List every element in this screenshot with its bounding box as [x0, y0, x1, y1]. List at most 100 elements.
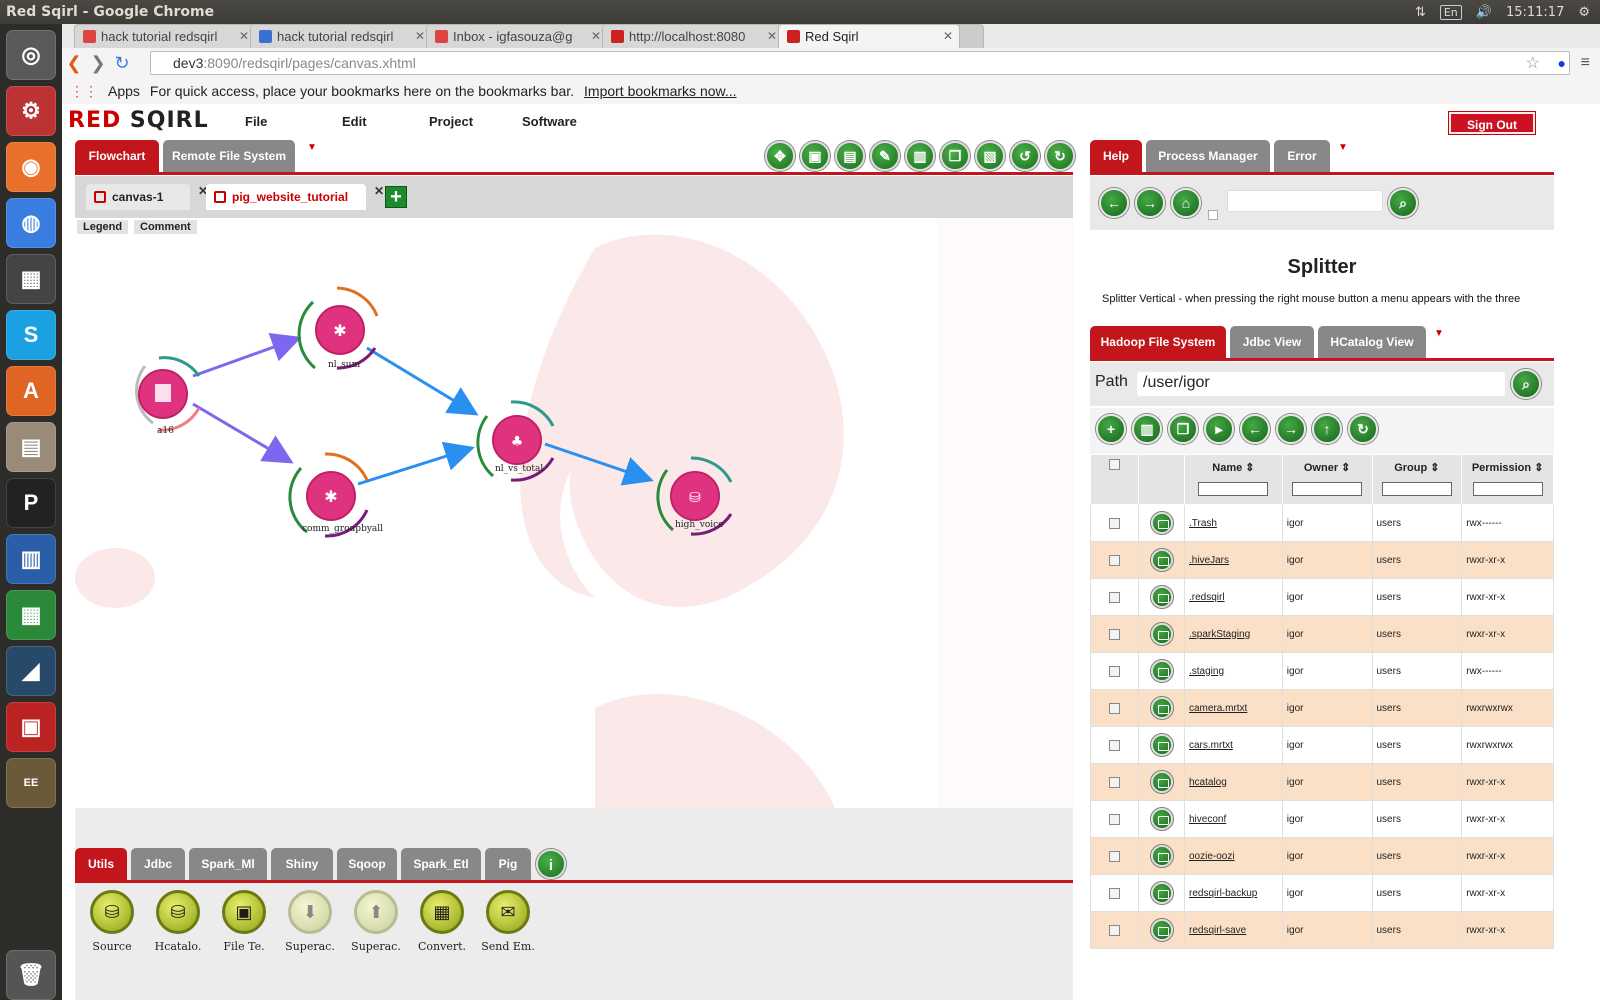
menu-software[interactable]: Software — [522, 114, 577, 129]
palette-item-source[interactable]: ⛁ Source — [82, 890, 142, 953]
undo-icon[interactable]: ↺ — [1010, 141, 1040, 171]
palette-tab-shiny[interactable]: Shiny — [271, 848, 333, 880]
copy-icon[interactable]: ❐ — [940, 141, 970, 171]
settings-gear-icon[interactable]: ⚙ — [1578, 5, 1590, 20]
back-icon[interactable]: ← — [1099, 188, 1129, 218]
chrome-icon[interactable]: ◍ — [6, 198, 56, 248]
refresh-icon[interactable]: ↻ — [1348, 414, 1378, 444]
table-row[interactable]: camera.mrtxt igor users rwxrwxrwx — [1090, 689, 1554, 727]
apps-link[interactable]: Apps — [108, 83, 140, 99]
files-icon[interactable]: ▤ — [6, 422, 56, 472]
import-bookmarks-link[interactable]: Import bookmarks now... — [584, 83, 737, 99]
tab-hcatalog-view[interactable]: HCatalog View — [1318, 326, 1426, 358]
file-name[interactable]: redsqirl-backup — [1184, 874, 1283, 912]
move-icon[interactable]: ▸ — [1204, 414, 1234, 444]
system-settings-icon[interactable]: ⚙ — [6, 86, 56, 136]
folder-icon[interactable] — [1150, 623, 1173, 645]
file-name[interactable]: .staging — [1184, 652, 1283, 690]
table-row[interactable]: hiveconf igor users rwxr-xr-x — [1090, 800, 1554, 838]
trash-icon[interactable]: 🗑 — [6, 950, 56, 1000]
pentaho-icon[interactable]: P — [6, 478, 56, 528]
file-name[interactable]: camera.mrtxt — [1184, 689, 1283, 727]
table-row[interactable]: redsqirl-save igor users rwxr-xr-x — [1090, 911, 1554, 949]
file-name[interactable]: .sparkStaging — [1184, 615, 1283, 653]
sort-icon[interactable]: ⇕ — [1534, 462, 1543, 474]
name-filter-input[interactable] — [1198, 482, 1269, 496]
skype-icon[interactable]: S — [6, 310, 56, 360]
writer-icon[interactable]: ▥ — [6, 534, 56, 584]
palette-item-send-email[interactable]: ✉ Send Em. — [478, 890, 538, 953]
help-checkbox[interactable] — [1208, 210, 1218, 220]
row-checkbox[interactable] — [1109, 554, 1120, 566]
folder-icon[interactable] — [1150, 845, 1173, 867]
file-name[interactable]: cars.mrtxt — [1184, 726, 1283, 764]
up-icon[interactable]: ↑ — [1312, 414, 1342, 444]
file-name[interactable]: .hiveJars — [1184, 541, 1283, 579]
volume-icon[interactable]: 🔊 — [1476, 5, 1492, 20]
app-icon[interactable]: ▣ — [6, 702, 56, 752]
row-checkbox[interactable] — [1109, 924, 1120, 936]
reload-icon[interactable]: ↻ — [110, 53, 134, 74]
row-checkbox[interactable] — [1109, 628, 1120, 640]
palette-tab-utils[interactable]: Utils — [75, 848, 127, 880]
palette-tab-sqoop[interactable]: Sqoop — [337, 848, 397, 880]
calc-icon[interactable]: ▦ — [6, 590, 56, 640]
network-icon[interactable]: ⇅ — [1415, 5, 1426, 20]
add-icon[interactable]: + — [1096, 414, 1126, 444]
file-name[interactable]: .Trash — [1184, 504, 1283, 542]
address-bar[interactable]: dev3:8090/redsqirl/pages/canvas.xhtml — [150, 51, 1570, 75]
browser-tab-active[interactable]: Red Sqirl ✕ — [778, 24, 960, 48]
tab-process-manager[interactable]: Process Manager — [1146, 140, 1270, 172]
palette-tab-spark-etl[interactable]: Spark_Etl — [401, 848, 481, 880]
row-checkbox[interactable] — [1109, 850, 1120, 862]
comment-tab[interactable]: Comment — [134, 220, 197, 234]
browser-tab[interactable]: hack tutorial redsqirl ✕ — [250, 24, 432, 48]
browser-tab[interactable]: hack tutorial redsqirl ✕ — [74, 24, 256, 48]
row-checkbox[interactable] — [1109, 702, 1120, 714]
folder-icon[interactable] — [1150, 771, 1173, 793]
path-input[interactable]: /user/igor — [1137, 372, 1505, 396]
tabs-dropdown-icon[interactable]: ▼ — [1338, 142, 1348, 153]
eclipse-ee-icon[interactable]: EE — [6, 758, 56, 808]
redo-icon[interactable]: ↻ — [1045, 141, 1075, 171]
select-all-icon[interactable]: ✥ — [765, 141, 795, 171]
close-icon[interactable]: ✕ — [415, 29, 425, 43]
palette-tab-pig[interactable]: Pig — [485, 848, 531, 880]
file-name[interactable]: hiveconf — [1184, 800, 1283, 838]
table-row[interactable]: .hiveJars igor users rwxr-xr-x — [1090, 541, 1554, 579]
row-checkbox[interactable] — [1109, 887, 1120, 899]
node-a16[interactable] — [135, 356, 201, 432]
home-icon[interactable]: ⌂ — [1171, 188, 1201, 218]
table-row[interactable]: hcatalog igor users rwxr-xr-x — [1090, 763, 1554, 801]
mysql-workbench-icon[interactable]: ◢ — [6, 646, 56, 696]
clock[interactable]: 15:11:17 — [1506, 5, 1564, 20]
search-icon[interactable]: ⌕ — [1511, 369, 1541, 399]
file-name[interactable]: oozie-oozi — [1184, 837, 1283, 875]
sort-icon[interactable]: ⇕ — [1341, 462, 1350, 474]
folder-icon[interactable] — [1150, 734, 1173, 756]
folder-icon[interactable] — [1150, 549, 1173, 571]
select-all-checkbox[interactable] — [1109, 459, 1120, 470]
menu-edit[interactable]: Edit — [342, 114, 367, 129]
tab-flowchart[interactable]: Flowchart — [75, 140, 159, 172]
forward-icon[interactable]: → — [1135, 188, 1165, 218]
apps-grid-icon[interactable]: ⋮⋮ — [70, 83, 98, 100]
sort-icon[interactable]: ⇕ — [1245, 462, 1254, 474]
forward-icon[interactable]: → — [1276, 414, 1306, 444]
search-icon[interactable]: ⌕ — [1388, 188, 1418, 218]
palette-tab-spark-ml[interactable]: Spark_Ml — [189, 848, 267, 880]
folder-icon[interactable] — [1150, 512, 1173, 534]
canvas-tab-pig-website-tutorial[interactable]: pig_website_tutorial ✕ — [206, 184, 384, 210]
copy-icon[interactable]: ❐ — [1168, 414, 1198, 444]
table-row[interactable]: .Trash igor users rwx------ — [1090, 504, 1554, 542]
open-icon[interactable]: ▣ — [800, 141, 830, 171]
extension-icon[interactable]: ● — [1558, 55, 1566, 71]
palette-item-file-text[interactable]: ▣ File Te. — [214, 890, 274, 953]
legend-tab[interactable]: Legend — [77, 220, 129, 234]
node-nl-sum[interactable]: ✱ — [297, 286, 379, 370]
browser-tab[interactable]: http://localhost:8080 ✕ — [602, 24, 784, 48]
file-name[interactable]: hcatalog — [1184, 763, 1283, 801]
table-row[interactable]: redsqirl-backup igor users rwxr-xr-x — [1090, 874, 1554, 912]
browser-tab[interactable]: Inbox - igfasouza@g ✕ — [426, 24, 608, 48]
palette-tab-jdbc[interactable]: Jdbc — [131, 848, 185, 880]
